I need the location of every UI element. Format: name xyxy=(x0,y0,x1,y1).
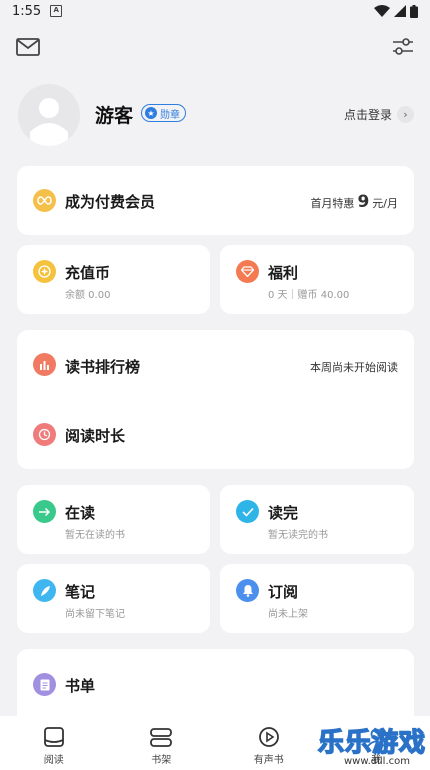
vip-price: 首月特惠 9 元/月 xyxy=(310,192,398,212)
watermark-text: 乐乐游戏 xyxy=(317,727,426,759)
recharge-card[interactable]: 充值币 余额 0.00 xyxy=(17,245,210,314)
nav-read-label: 阅读 xyxy=(43,755,64,766)
bell-icon xyxy=(236,579,259,602)
welfare-card[interactable]: 福利 0 天｜赠币 40.00 xyxy=(220,245,414,314)
status-bar: 1:55 A xyxy=(0,0,430,22)
infinity-icon xyxy=(33,189,56,212)
read-icon xyxy=(43,727,64,747)
reading-title: 在读 xyxy=(65,504,96,522)
nav-audiobook[interactable]: 有声书 xyxy=(215,716,323,770)
reading-stats-card: 读书排行榜 本周尚未开始阅读 阅读时长 xyxy=(17,330,414,469)
status-icons xyxy=(374,4,418,18)
login-button[interactable]: 点击登录 › xyxy=(344,106,414,123)
nav-read[interactable]: 阅读 xyxy=(0,716,108,770)
list-icon xyxy=(33,673,56,696)
nav-bookshelf-label: 书架 xyxy=(151,755,172,766)
diamond-icon xyxy=(236,260,259,283)
settings-sliders-icon[interactable] xyxy=(392,38,414,56)
arrow-right-icon xyxy=(33,500,56,523)
recharge-balance: 余额 0.00 xyxy=(65,290,111,301)
ranking-row[interactable]: 读书排行榜 本周尚未开始阅读 xyxy=(17,330,414,399)
profile-header: 游客 ★ 勋章 点击登录 › xyxy=(18,84,414,148)
ranking-title: 读书排行榜 xyxy=(65,358,141,376)
check-icon xyxy=(236,500,259,523)
medal-star-icon: ★ xyxy=(145,107,157,119)
booklist-title: 书单 xyxy=(65,677,96,695)
subscriptions-subtitle: 尚未上架 xyxy=(268,609,308,620)
ranking-status: 本周尚未开始阅读 xyxy=(310,361,398,374)
wifi-icon xyxy=(374,5,390,17)
notes-card[interactable]: 笔记 尚未留下笔记 xyxy=(17,564,210,633)
vip-card[interactable]: 成为付费会员 首月特惠 9 元/月 xyxy=(17,166,414,235)
medal-badge[interactable]: ★ 勋章 xyxy=(141,104,186,122)
nav-audiobook-label: 有声书 xyxy=(253,755,284,766)
vip-price-value: 9 xyxy=(357,192,370,212)
nav-bookshelf[interactable]: 书架 xyxy=(108,716,216,770)
bookshelf-icon xyxy=(150,728,173,747)
notes-title: 笔记 xyxy=(65,583,96,601)
medal-badge-label: 勋章 xyxy=(160,109,180,121)
finished-subtitle: 暂无读完的书 xyxy=(268,530,328,541)
vip-price-prefix: 首月特惠 xyxy=(310,197,355,210)
welfare-title: 福利 xyxy=(268,264,299,282)
recharge-title: 充值币 xyxy=(65,264,111,282)
vip-title: 成为付费会员 xyxy=(65,193,156,211)
subscriptions-card[interactable]: 订阅 尚未上架 xyxy=(220,564,414,633)
signal-icon xyxy=(394,5,406,17)
notes-subtitle: 尚未留下笔记 xyxy=(65,609,125,620)
avatar[interactable] xyxy=(18,84,80,146)
status-time: 1:55 xyxy=(12,3,42,19)
reading-subtitle: 暂无在读的书 xyxy=(65,530,125,541)
battery-icon xyxy=(410,4,418,18)
finished-card[interactable]: 读完 暂无读完的书 xyxy=(220,485,414,554)
reading-time-title: 阅读时长 xyxy=(65,427,126,445)
vip-price-suffix: 元/月 xyxy=(372,197,398,210)
login-label: 点击登录 xyxy=(343,108,392,122)
mail-icon[interactable] xyxy=(16,38,40,56)
bar-chart-icon xyxy=(33,353,56,376)
reading-card[interactable]: 在读 暂无在读的书 xyxy=(17,485,210,554)
reading-time-row[interactable]: 阅读时长 xyxy=(17,399,414,469)
coin-icon xyxy=(33,260,56,283)
finished-title: 读完 xyxy=(268,504,299,522)
subscriptions-title: 订阅 xyxy=(268,583,299,601)
clock-icon xyxy=(33,423,56,446)
audiobook-icon xyxy=(258,727,279,747)
welfare-detail: 0 天｜赠币 40.00 xyxy=(268,290,350,301)
chevron-right-icon: › xyxy=(397,106,414,123)
feather-icon xyxy=(33,579,56,602)
username: 游客 xyxy=(95,105,134,127)
bottom-nav: 阅读 书架 有声书 我 乐乐游戏 www.dlll.com xyxy=(0,716,430,770)
default-avatar-icon xyxy=(30,98,68,146)
site-watermark: 乐乐游戏 www.dlll.com xyxy=(312,718,430,770)
watermark-url: www.dlll.com xyxy=(343,756,410,767)
a-notification-icon: A xyxy=(50,5,63,17)
